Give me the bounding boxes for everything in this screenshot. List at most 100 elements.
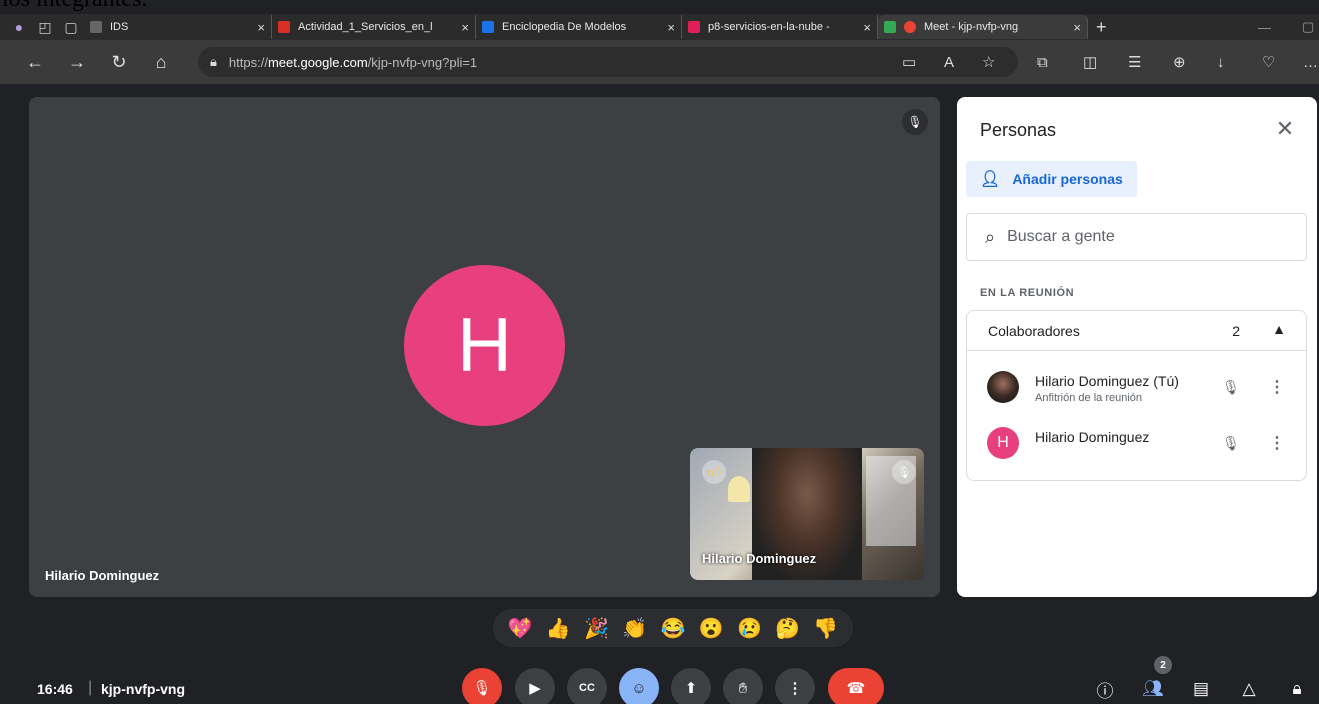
- list-item[interactable]: H Hilario Dominguez 🎙︎ ⋮: [987, 421, 1307, 465]
- extensions-icon[interactable]: ⧉: [1037, 40, 1048, 84]
- tab-favicon: [482, 21, 494, 33]
- forward-icon[interactable]: →: [56, 40, 98, 84]
- chevron-up-icon[interactable]: ▲: [1272, 321, 1286, 337]
- people-panel: Personas ✕ 👤︎ Añadir personas ⌕ Buscar a…: [957, 97, 1317, 597]
- tab-actions-icon[interactable]: ▢: [58, 14, 84, 40]
- collections-icon[interactable]: ⊕: [1173, 40, 1186, 84]
- split-screen-icon[interactable]: ◫: [1083, 40, 1097, 84]
- muted-mic-icon: 🎙︎: [1222, 378, 1240, 395]
- close-tab-icon[interactable]: ×: [461, 20, 469, 35]
- more-icon[interactable]: …: [1303, 40, 1318, 84]
- chat-icon[interactable]: ▤: [1188, 676, 1214, 702]
- tab-favicon: [278, 21, 290, 33]
- reactions-button[interactable]: ☺: [619, 668, 659, 704]
- close-tab-icon[interactable]: ×: [667, 20, 675, 35]
- camera-permission-icon[interactable]: ▭: [902, 40, 916, 84]
- search-people-input[interactable]: ⌕ Buscar a gente: [966, 213, 1307, 261]
- lock-icon: 🔒︎: [210, 54, 217, 69]
- participant-name: Hilario Dominguez: [45, 568, 160, 583]
- health-icon[interactable]: ♡: [1262, 40, 1275, 84]
- meeting-controls-bar: 16:46 | kjp-nvfp-vng 🎙︎ ▶ CC ☺ ⬆ ✋︎ ⋮ ☎︎…: [0, 662, 1319, 704]
- group-count: 2: [1232, 323, 1240, 339]
- thumbs-down-reaction-icon[interactable]: 👎: [811, 616, 841, 641]
- muted-mic-icon: 🎙︎: [1222, 434, 1240, 451]
- people-icon[interactable]: 👥︎: [1140, 676, 1166, 702]
- activities-icon[interactable]: △: [1236, 676, 1262, 702]
- muted-mic-icon: 🎙︎: [902, 109, 928, 135]
- heart-reaction-icon[interactable]: 💖: [505, 616, 535, 641]
- present-screen-button[interactable]: ⬆: [671, 668, 711, 704]
- recording-icon: [904, 21, 916, 33]
- avatar: H: [987, 427, 1019, 459]
- browser-tab-bar: ● ◰ ▢ IDS × Actividad_1_Servicios_en_l ×…: [0, 14, 1319, 40]
- new-tab-button[interactable]: +: [1096, 17, 1107, 38]
- party-reaction-icon[interactable]: 🎉: [582, 616, 612, 641]
- close-tab-icon[interactable]: ×: [257, 20, 265, 35]
- panel-title: Personas: [980, 120, 1057, 140]
- tab-title: Actividad_1_Servicios_en_l: [298, 21, 433, 33]
- raise-hand-button[interactable]: ✋︎: [723, 668, 763, 704]
- tab-ids[interactable]: IDS ×: [84, 15, 272, 39]
- collaborators-group: Colaboradores 2 ▲ Hilario Dominguez (Tú)…: [966, 310, 1307, 481]
- leave-call-button[interactable]: ☎︎: [828, 668, 884, 704]
- meeting-time: 16:46: [37, 681, 73, 697]
- restore-button[interactable]: ▢: [1302, 14, 1314, 40]
- close-icon[interactable]: ✕: [1271, 115, 1299, 143]
- workspaces-icon[interactable]: ◰: [32, 14, 58, 40]
- clap-reaction-icon[interactable]: 👏: [620, 616, 650, 641]
- document-text: los integrantes.: [2, 0, 147, 13]
- add-person-icon: 👤︎: [980, 171, 1001, 188]
- participant-avatar: H: [404, 265, 565, 426]
- host-controls-icon[interactable]: 🔒︎: [1284, 676, 1310, 702]
- laugh-reaction-icon[interactable]: 😂: [658, 616, 688, 641]
- muted-mic-icon: 🎙︎: [892, 460, 916, 484]
- group-name: Colaboradores: [988, 322, 1080, 339]
- screen: los integrantes. ● ◰ ▢ IDS × Actividad_1…: [0, 0, 1319, 704]
- add-people-button[interactable]: 👤︎ Añadir personas: [966, 161, 1137, 197]
- thumbs-up-reaction-icon[interactable]: 👍: [543, 616, 573, 641]
- separator: |: [88, 679, 93, 696]
- person-name: Hilario Dominguez: [1035, 429, 1150, 445]
- more-options-icon[interactable]: ⋮: [1265, 375, 1289, 399]
- tab-p8-servicios[interactable]: p8-servicios-en-la-nube - ×: [682, 15, 878, 39]
- tab-title: p8-servicios-en-la-nube -: [708, 21, 830, 33]
- close-tab-icon[interactable]: ×: [1073, 20, 1081, 35]
- person-role: Anfitrión de la reunión: [1035, 392, 1143, 404]
- profile-icon[interactable]: ●: [6, 14, 32, 40]
- tab-meet[interactable]: Meet - kjp-nvfp-vng ×: [878, 15, 1088, 39]
- address-bar[interactable]: 🔒︎ https:// meet.google.com /kjp-nvfp-vn…: [198, 47, 1018, 77]
- surprised-reaction-icon[interactable]: 😮: [696, 616, 726, 641]
- people-count-badge: 2: [1154, 656, 1172, 674]
- background-lamp: [728, 476, 750, 502]
- list-item[interactable]: Hilario Dominguez (Tú) Anfitrión de la r…: [987, 365, 1307, 409]
- more-options-icon[interactable]: ⋮: [1265, 431, 1289, 455]
- url-path: /kjp-nvfp-vng?pli=1: [367, 54, 478, 70]
- back-icon[interactable]: ←: [14, 40, 56, 84]
- downloads-icon[interactable]: ↓: [1217, 40, 1225, 84]
- camera-toggle-button[interactable]: ▶: [515, 668, 555, 704]
- group-header[interactable]: Colaboradores: [967, 311, 1306, 351]
- meeting-code: kjp-nvfp-vng: [101, 681, 185, 697]
- search-icon: ⌕: [985, 226, 996, 247]
- minimize-button[interactable]: —: [1258, 14, 1271, 40]
- favorite-star-icon[interactable]: ☆: [982, 40, 995, 84]
- close-tab-icon[interactable]: ×: [863, 20, 871, 35]
- home-icon[interactable]: ⌂: [140, 40, 182, 84]
- self-name: Hilario Dominguez: [702, 551, 817, 566]
- tab-favicon: [884, 21, 896, 33]
- avatar: [987, 371, 1019, 403]
- thumbs-up-reaction-icon: 👍︎: [702, 460, 726, 484]
- read-aloud-icon[interactable]: A: [944, 40, 954, 84]
- self-video-tile[interactable]: 👍︎ 🎙︎ Hilario Dominguez: [690, 448, 924, 580]
- captions-button[interactable]: CC: [567, 668, 607, 704]
- meeting-info-icon[interactable]: ⓘ: [1092, 676, 1118, 702]
- tab-actividad[interactable]: Actividad_1_Servicios_en_l ×: [272, 15, 476, 39]
- mic-toggle-button[interactable]: 🎙︎: [462, 668, 502, 704]
- tab-enciclopedia[interactable]: Enciclopedia De Modelos ×: [476, 15, 682, 39]
- more-options-button[interactable]: ⋮: [775, 668, 815, 704]
- url-prefix: https://: [228, 54, 268, 70]
- sad-reaction-icon[interactable]: 😢: [734, 616, 764, 641]
- favorites-icon[interactable]: ☰: [1128, 40, 1141, 84]
- reload-icon[interactable]: ↻: [98, 40, 140, 84]
- thinking-reaction-icon[interactable]: 🤔: [773, 616, 803, 641]
